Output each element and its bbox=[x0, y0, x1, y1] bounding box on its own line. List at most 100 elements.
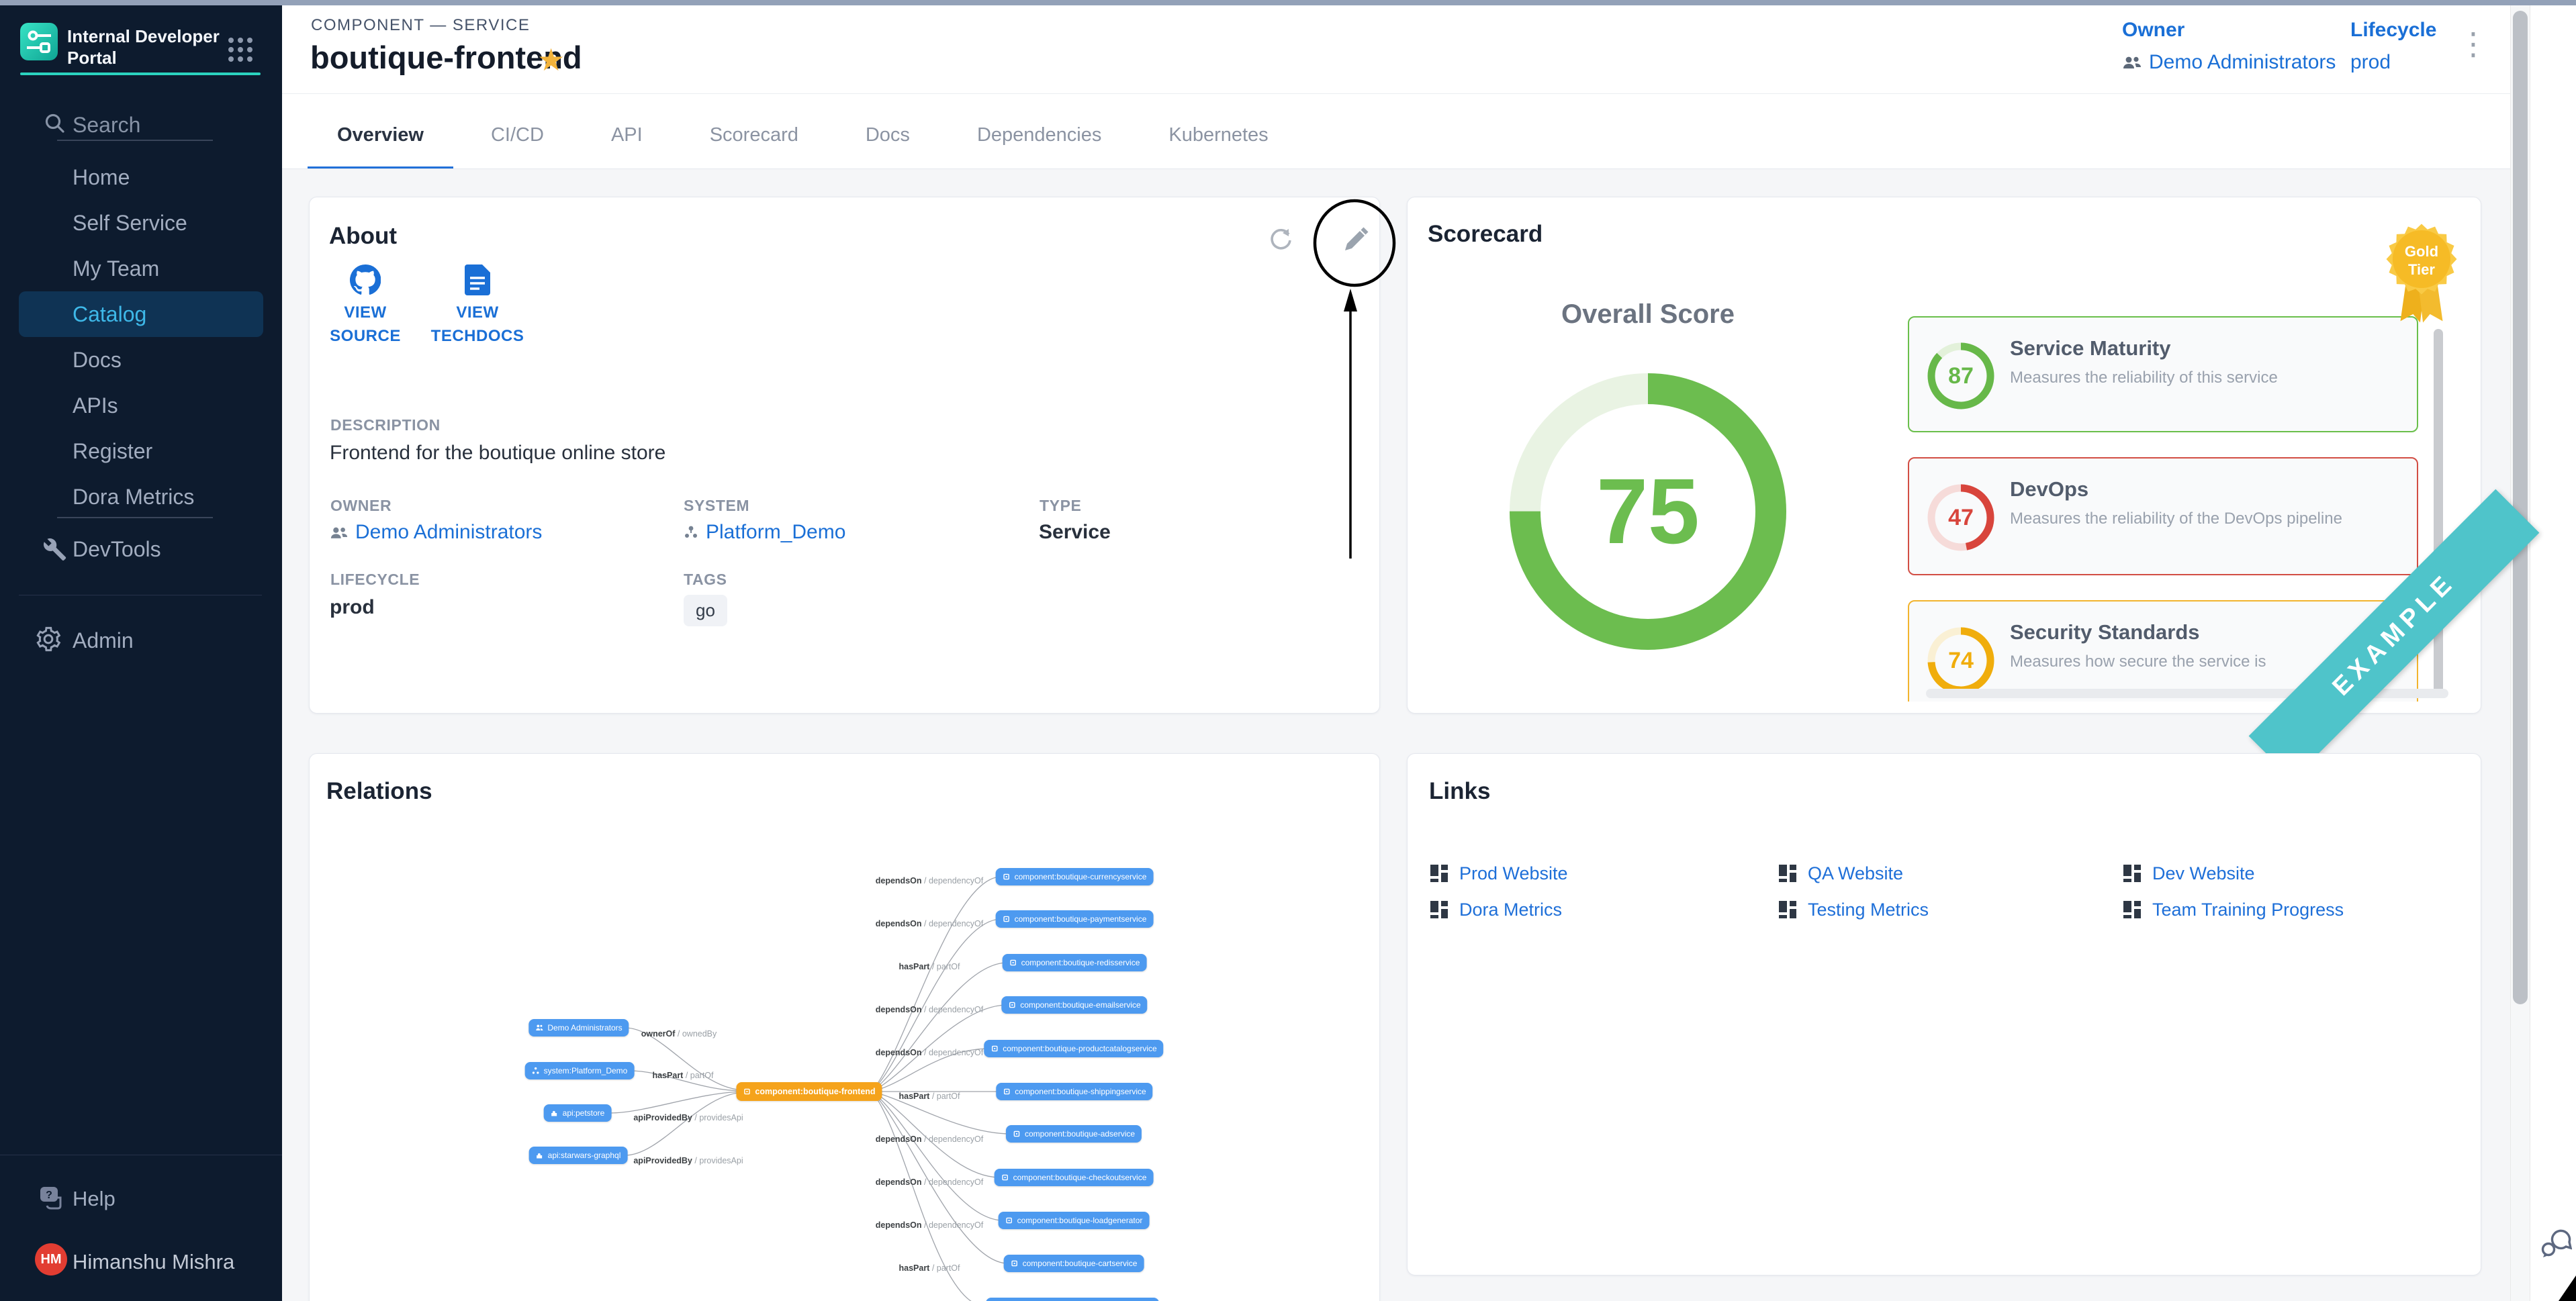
window-top-strip bbox=[0, 0, 2576, 5]
relation-node[interactable]: component:boutique-redisservice bbox=[1003, 954, 1147, 971]
tag-chip[interactable]: go bbox=[684, 595, 727, 626]
relation-node[interactable]: component:boutique-loadgenerator bbox=[999, 1212, 1150, 1229]
relation-node[interactable]: api:starwars-graphql bbox=[529, 1147, 628, 1164]
relation-node-label: component:boutique-cartservice bbox=[1023, 1259, 1138, 1268]
relation-node[interactable]: component:boutique-cartservice bbox=[1004, 1255, 1144, 1272]
owner-value: Demo Administrators bbox=[2149, 51, 2336, 74]
links-card: Links Prod WebsiteQA WebsiteDev Website D… bbox=[1407, 753, 2481, 1275]
refresh-button[interactable] bbox=[1262, 220, 1299, 258]
overall-score-value: 75 bbox=[1507, 371, 1789, 653]
sidebar-item-docs[interactable]: Docs bbox=[0, 337, 282, 383]
relation-node[interactable]: component:boutique-emailservice bbox=[1001, 996, 1147, 1014]
owner-field-value[interactable]: Demo Administrators bbox=[330, 521, 542, 544]
view-techdocs-button[interactable]: VIEWTECHDOCS bbox=[420, 264, 535, 348]
favorite-star-icon[interactable]: ★ bbox=[537, 42, 565, 78]
overall-score-donut: 75 bbox=[1507, 371, 1789, 653]
page-scrollbar-thumb[interactable] bbox=[2513, 11, 2528, 1004]
metric-card-devops[interactable]: 47DevOpsMeasures the reliability of the … bbox=[1908, 457, 2418, 575]
more-options-kebab-icon[interactable]: ⋮ bbox=[2458, 28, 2489, 59]
owner-link[interactable]: Demo Administrators bbox=[2122, 51, 2336, 74]
tab-api[interactable]: API bbox=[582, 101, 672, 169]
dashboard-icon bbox=[1778, 863, 1798, 883]
relation-node[interactable]: component:boutique-checkoutservice bbox=[995, 1169, 1154, 1186]
header-lifecycle-block: Lifecycle prod bbox=[2350, 19, 2436, 74]
about-card: About VIEWSOURCE VIEWTECHDOCS DESCRIPTIO… bbox=[309, 197, 1380, 714]
links-grid: Prod WebsiteQA WebsiteDev Website Dora Me… bbox=[1429, 861, 2450, 922]
tab-docs[interactable]: Docs bbox=[836, 101, 939, 169]
relation-node[interactable]: system:Platform_Demo bbox=[525, 1062, 635, 1079]
group-icon bbox=[330, 526, 349, 540]
relation-node-label: component:boutique-loadgenerator bbox=[1017, 1216, 1143, 1225]
tags-field-label: TAGS bbox=[684, 571, 727, 589]
help-label: Help bbox=[73, 1187, 116, 1211]
system-field-text: Platform_Demo bbox=[706, 521, 845, 544]
tab-kubernetes[interactable]: Kubernetes bbox=[1139, 101, 1297, 169]
tab-ci-cd[interactable]: CI/CD bbox=[461, 101, 573, 169]
component-icon bbox=[991, 1045, 999, 1053]
sidebar-item-self-service[interactable]: Self Service bbox=[0, 200, 282, 246]
view-source-button[interactable]: VIEWSOURCE bbox=[322, 264, 409, 348]
sidebar-item-dora-metrics[interactable]: Dora Metrics bbox=[0, 474, 282, 520]
relation-node[interactable]: api:petstore bbox=[544, 1104, 612, 1122]
link-prod-website[interactable]: Prod Website bbox=[1429, 861, 1778, 885]
tab-scorecard[interactable]: Scorecard bbox=[680, 101, 828, 169]
relation-node[interactable]: component:boutique-shippingservice bbox=[996, 1083, 1152, 1100]
app-switcher-icon[interactable] bbox=[226, 35, 255, 64]
relation-node-label: system:Platform_Demo bbox=[544, 1066, 628, 1075]
relation-node-label: component:boutique-productcatalogservice bbox=[1003, 1044, 1156, 1053]
scorecard-card: Scorecard Overall Score 75 87Service Mat… bbox=[1407, 197, 2481, 714]
chat-widget-icon[interactable] bbox=[2540, 1227, 2572, 1258]
component-icon bbox=[1001, 1173, 1009, 1182]
link-label: Team Training Progress bbox=[2152, 900, 2344, 920]
scorecard-scrollbar-vertical[interactable] bbox=[2434, 329, 2443, 695]
sidebar-item-register[interactable]: Register bbox=[0, 428, 282, 474]
relation-node-label: component:boutique-paymentservice bbox=[1015, 914, 1147, 924]
sidebar-item-my-team[interactable]: My Team bbox=[0, 246, 282, 291]
metric-description: Measures the reliability of the DevOps p… bbox=[2010, 510, 2342, 528]
admin-label: Admin bbox=[73, 628, 134, 653]
sidebar-menu: HomeSelf ServiceMy TeamCatalogDocsAPIsRe… bbox=[0, 154, 282, 520]
tab-overview[interactable]: Overview bbox=[308, 101, 453, 169]
system-field-label: SYSTEM bbox=[684, 497, 749, 515]
wrench-icon bbox=[39, 534, 67, 563]
scorecard-title: Scorecard bbox=[1428, 221, 1543, 248]
links-title: Links bbox=[1429, 778, 1490, 805]
relation-node-partial[interactable] bbox=[986, 1298, 1159, 1301]
component-icon bbox=[1005, 1216, 1013, 1224]
component-icon bbox=[1013, 1130, 1021, 1138]
relation-node[interactable]: component:boutique-paymentservice bbox=[996, 910, 1154, 928]
description-label: DESCRIPTION bbox=[330, 416, 441, 434]
github-icon bbox=[350, 264, 381, 295]
relation-node-label: api:starwars-graphql bbox=[548, 1151, 621, 1160]
metric-card-service-maturity[interactable]: 87Service MaturityMeasures the reliabili… bbox=[1908, 316, 2418, 432]
sidebar-item-search[interactable] bbox=[0, 107, 282, 140]
pencil-icon bbox=[1340, 224, 1369, 254]
link-team-training-progress[interactable]: Team Training Progress bbox=[2122, 898, 2450, 922]
system-field-value[interactable]: Platform_Demo bbox=[683, 521, 845, 544]
link-dora-metrics[interactable]: Dora Metrics bbox=[1429, 898, 1778, 922]
link-qa-website[interactable]: QA Website bbox=[1778, 861, 2122, 885]
relation-node[interactable]: component:boutique-productcatalogservice bbox=[984, 1040, 1163, 1057]
app-logo-icon[interactable] bbox=[20, 23, 58, 60]
metric-score: 47 bbox=[1924, 505, 1998, 531]
lifecycle-label: Lifecycle bbox=[2350, 19, 2436, 42]
relation-node-label: component:boutique-frontend bbox=[755, 1087, 875, 1096]
group-icon bbox=[2122, 55, 2142, 70]
relation-node[interactable]: Demo Administrators bbox=[528, 1019, 629, 1037]
gold-tier-badge: Gold Tier bbox=[2379, 217, 2464, 330]
system-icon bbox=[683, 524, 699, 540]
relation-node-center[interactable]: component:boutique-frontend bbox=[736, 1082, 882, 1101]
badge-line2: Tier bbox=[2408, 261, 2435, 278]
relation-node[interactable]: component:boutique-adservice bbox=[1006, 1125, 1142, 1143]
sidebar: Internal Developer Portal Search HomeSel… bbox=[0, 5, 282, 1301]
mouse-cursor bbox=[2556, 1275, 2576, 1301]
link-testing-metrics[interactable]: Testing Metrics bbox=[1778, 898, 2122, 922]
dashboard-icon bbox=[2122, 863, 2142, 883]
link-dev-website[interactable]: Dev Website bbox=[2122, 861, 2450, 885]
edit-button[interactable] bbox=[1336, 220, 1373, 258]
tab-dependencies[interactable]: Dependencies bbox=[948, 101, 1131, 169]
relation-node[interactable]: component:boutique-currencyservice bbox=[996, 868, 1154, 885]
sidebar-item-apis[interactable]: APIs bbox=[0, 383, 282, 428]
sidebar-item-home[interactable]: Home bbox=[0, 154, 282, 200]
sidebar-item-catalog[interactable]: Catalog bbox=[19, 291, 263, 337]
